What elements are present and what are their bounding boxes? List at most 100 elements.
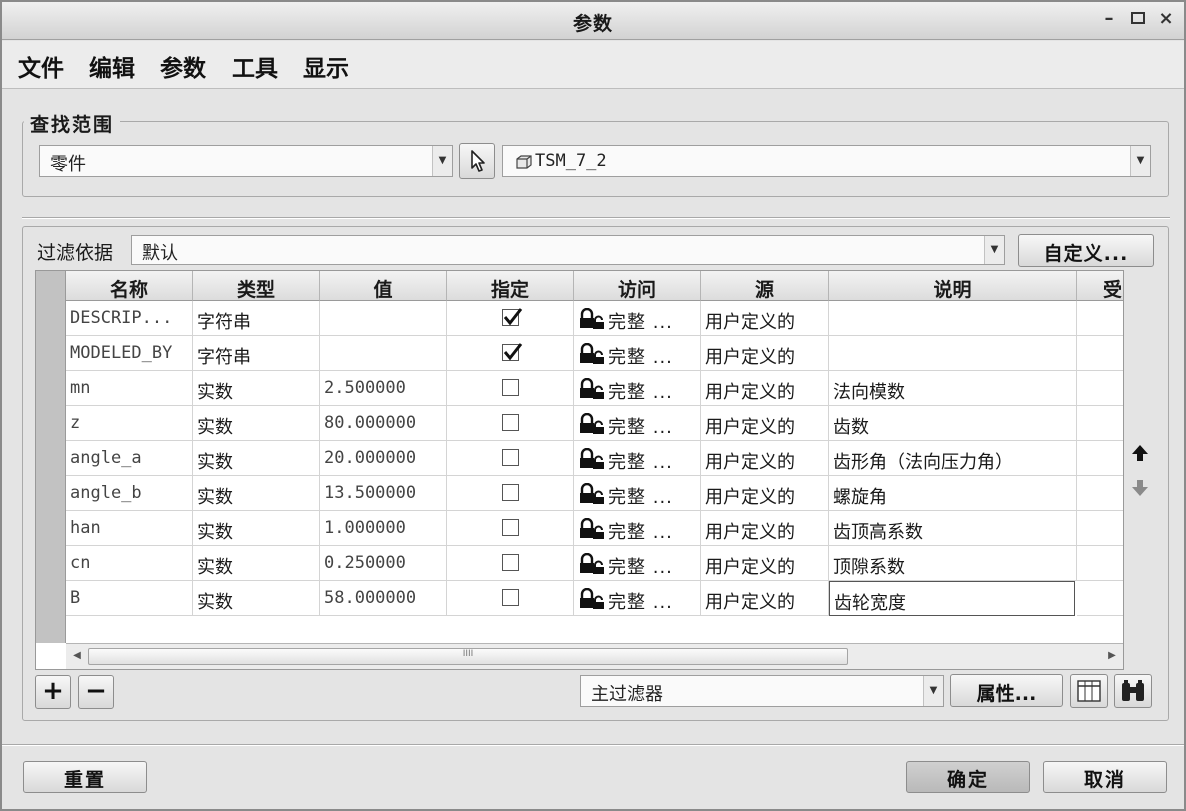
- cell-designated[interactable]: [447, 546, 574, 581]
- cell-type[interactable]: 实数: [193, 581, 320, 616]
- cell-value[interactable]: 1.000000: [320, 511, 447, 546]
- cell-type[interactable]: 字符串: [193, 336, 320, 371]
- cell-value[interactable]: 80.000000: [320, 406, 447, 441]
- cell-value[interactable]: 2.500000: [320, 371, 447, 406]
- menu-display[interactable]: 显示: [303, 49, 349, 83]
- model-select[interactable]: TSM_7_2 ▼: [502, 145, 1151, 177]
- cancel-button[interactable]: 取消: [1043, 761, 1167, 793]
- cell-access[interactable]: 完整 ...: [574, 511, 701, 546]
- cell-value[interactable]: 58.000000: [320, 581, 447, 616]
- cell-type[interactable]: 实数: [193, 406, 320, 441]
- filter-select[interactable]: 默认 ▼: [131, 235, 1005, 265]
- cell-name[interactable]: mn: [66, 371, 193, 406]
- cell-name[interactable]: DESCRIP...: [66, 301, 193, 336]
- maximize-icon[interactable]: [1127, 8, 1149, 29]
- designated-checkbox[interactable]: [502, 379, 519, 396]
- cell-description[interactable]: [829, 336, 1077, 371]
- cell-access[interactable]: 完整 ...: [574, 371, 701, 406]
- move-down-icon[interactable]: [1130, 478, 1150, 498]
- cell-access[interactable]: 完整 ...: [574, 441, 701, 476]
- cell-type[interactable]: 实数: [193, 371, 320, 406]
- properties-button[interactable]: 属性...: [950, 674, 1063, 707]
- cell-name[interactable]: z: [66, 406, 193, 441]
- menu-file[interactable]: 文件: [18, 49, 64, 83]
- designated-checkbox[interactable]: [502, 308, 523, 326]
- designated-checkbox[interactable]: [502, 414, 519, 431]
- cell-access[interactable]: 完整 ...: [574, 336, 701, 371]
- cell-source[interactable]: 用户定义的: [701, 406, 829, 441]
- designated-checkbox[interactable]: [502, 519, 519, 536]
- cell-description[interactable]: [829, 301, 1077, 336]
- close-icon[interactable]: ×: [1155, 8, 1177, 29]
- cell-source[interactable]: 用户定义的: [701, 441, 829, 476]
- cell-name[interactable]: angle_a: [66, 441, 193, 476]
- cell-designated[interactable]: [447, 511, 574, 546]
- cell-description[interactable]: 螺旋角: [829, 476, 1077, 511]
- cell-designated[interactable]: [447, 441, 574, 476]
- cell-restricted[interactable]: [1077, 511, 1123, 546]
- cell-description[interactable]: 齿数: [829, 406, 1077, 441]
- horizontal-scrollbar[interactable]: ◀ IIII ▶: [66, 643, 1123, 669]
- cell-restricted[interactable]: [1077, 336, 1123, 371]
- move-up-icon[interactable]: [1130, 443, 1150, 463]
- cell-value[interactable]: [320, 301, 447, 336]
- table-columns-button[interactable]: [1070, 674, 1108, 708]
- column-header-value[interactable]: 值: [320, 271, 447, 301]
- designated-checkbox[interactable]: [502, 343, 523, 361]
- cell-name[interactable]: angle_b: [66, 476, 193, 511]
- main-filter-select[interactable]: 主过滤器 ▼: [580, 675, 944, 707]
- cell-source[interactable]: 用户定义的: [701, 511, 829, 546]
- column-header-designated[interactable]: 指定: [447, 271, 574, 301]
- customize-button[interactable]: 自定义...: [1018, 234, 1154, 267]
- cell-designated[interactable]: [447, 301, 574, 336]
- cell-designated[interactable]: [447, 581, 574, 616]
- ok-button[interactable]: 确定: [906, 761, 1030, 793]
- cell-description[interactable]: 齿轮宽度: [829, 581, 1075, 616]
- cell-description[interactable]: 顶隙系数: [829, 546, 1077, 581]
- cell-access[interactable]: 完整 ...: [574, 546, 701, 581]
- menu-edit[interactable]: 编辑: [89, 49, 135, 83]
- cell-source[interactable]: 用户定义的: [701, 301, 829, 336]
- title-bar[interactable]: 参数 – ×: [2, 2, 1184, 40]
- cell-access[interactable]: 完整 ...: [574, 581, 701, 616]
- cell-name[interactable]: B: [66, 581, 193, 616]
- cell-type[interactable]: 实数: [193, 546, 320, 581]
- cell-source[interactable]: 用户定义的: [701, 581, 829, 616]
- cell-restricted[interactable]: [1077, 581, 1123, 616]
- designated-checkbox[interactable]: [502, 449, 519, 466]
- cell-access[interactable]: 完整 ...: [574, 476, 701, 511]
- cell-designated[interactable]: [447, 406, 574, 441]
- cell-value[interactable]: 20.000000: [320, 441, 447, 476]
- cell-value[interactable]: 0.250000: [320, 546, 447, 581]
- find-button[interactable]: [1114, 674, 1152, 708]
- column-header-name[interactable]: 名称: [66, 271, 193, 301]
- cell-restricted[interactable]: [1077, 546, 1123, 581]
- chevron-down-icon[interactable]: ▼: [984, 236, 1004, 264]
- minimize-icon[interactable]: –: [1098, 8, 1120, 29]
- chevron-down-icon[interactable]: ▼: [432, 146, 452, 176]
- cell-source[interactable]: 用户定义的: [701, 336, 829, 371]
- cell-designated[interactable]: [447, 336, 574, 371]
- menu-tools[interactable]: 工具: [232, 49, 278, 83]
- cell-source[interactable]: 用户定义的: [701, 476, 829, 511]
- designated-checkbox[interactable]: [502, 554, 519, 571]
- chevron-down-icon[interactable]: ▼: [923, 676, 943, 706]
- cell-type[interactable]: 实数: [193, 511, 320, 546]
- cell-designated[interactable]: [447, 476, 574, 511]
- scope-type-select[interactable]: 零件 ▼: [39, 145, 453, 177]
- scroll-left-icon[interactable]: ◀: [68, 644, 86, 668]
- cell-type[interactable]: 字符串: [193, 301, 320, 336]
- cell-type[interactable]: 实数: [193, 441, 320, 476]
- cell-name[interactable]: han: [66, 511, 193, 546]
- menu-parameters[interactable]: 参数: [160, 49, 206, 83]
- designated-checkbox[interactable]: [502, 589, 519, 606]
- cell-restricted[interactable]: [1077, 406, 1123, 441]
- remove-parameter-button[interactable]: −: [78, 675, 114, 709]
- cell-restricted[interactable]: [1077, 441, 1123, 476]
- chevron-down-icon[interactable]: ▼: [1130, 146, 1150, 176]
- cell-restricted[interactable]: [1077, 371, 1123, 406]
- add-parameter-button[interactable]: +: [35, 675, 71, 709]
- cell-source[interactable]: 用户定义的: [701, 546, 829, 581]
- cell-type[interactable]: 实数: [193, 476, 320, 511]
- designated-checkbox[interactable]: [502, 484, 519, 501]
